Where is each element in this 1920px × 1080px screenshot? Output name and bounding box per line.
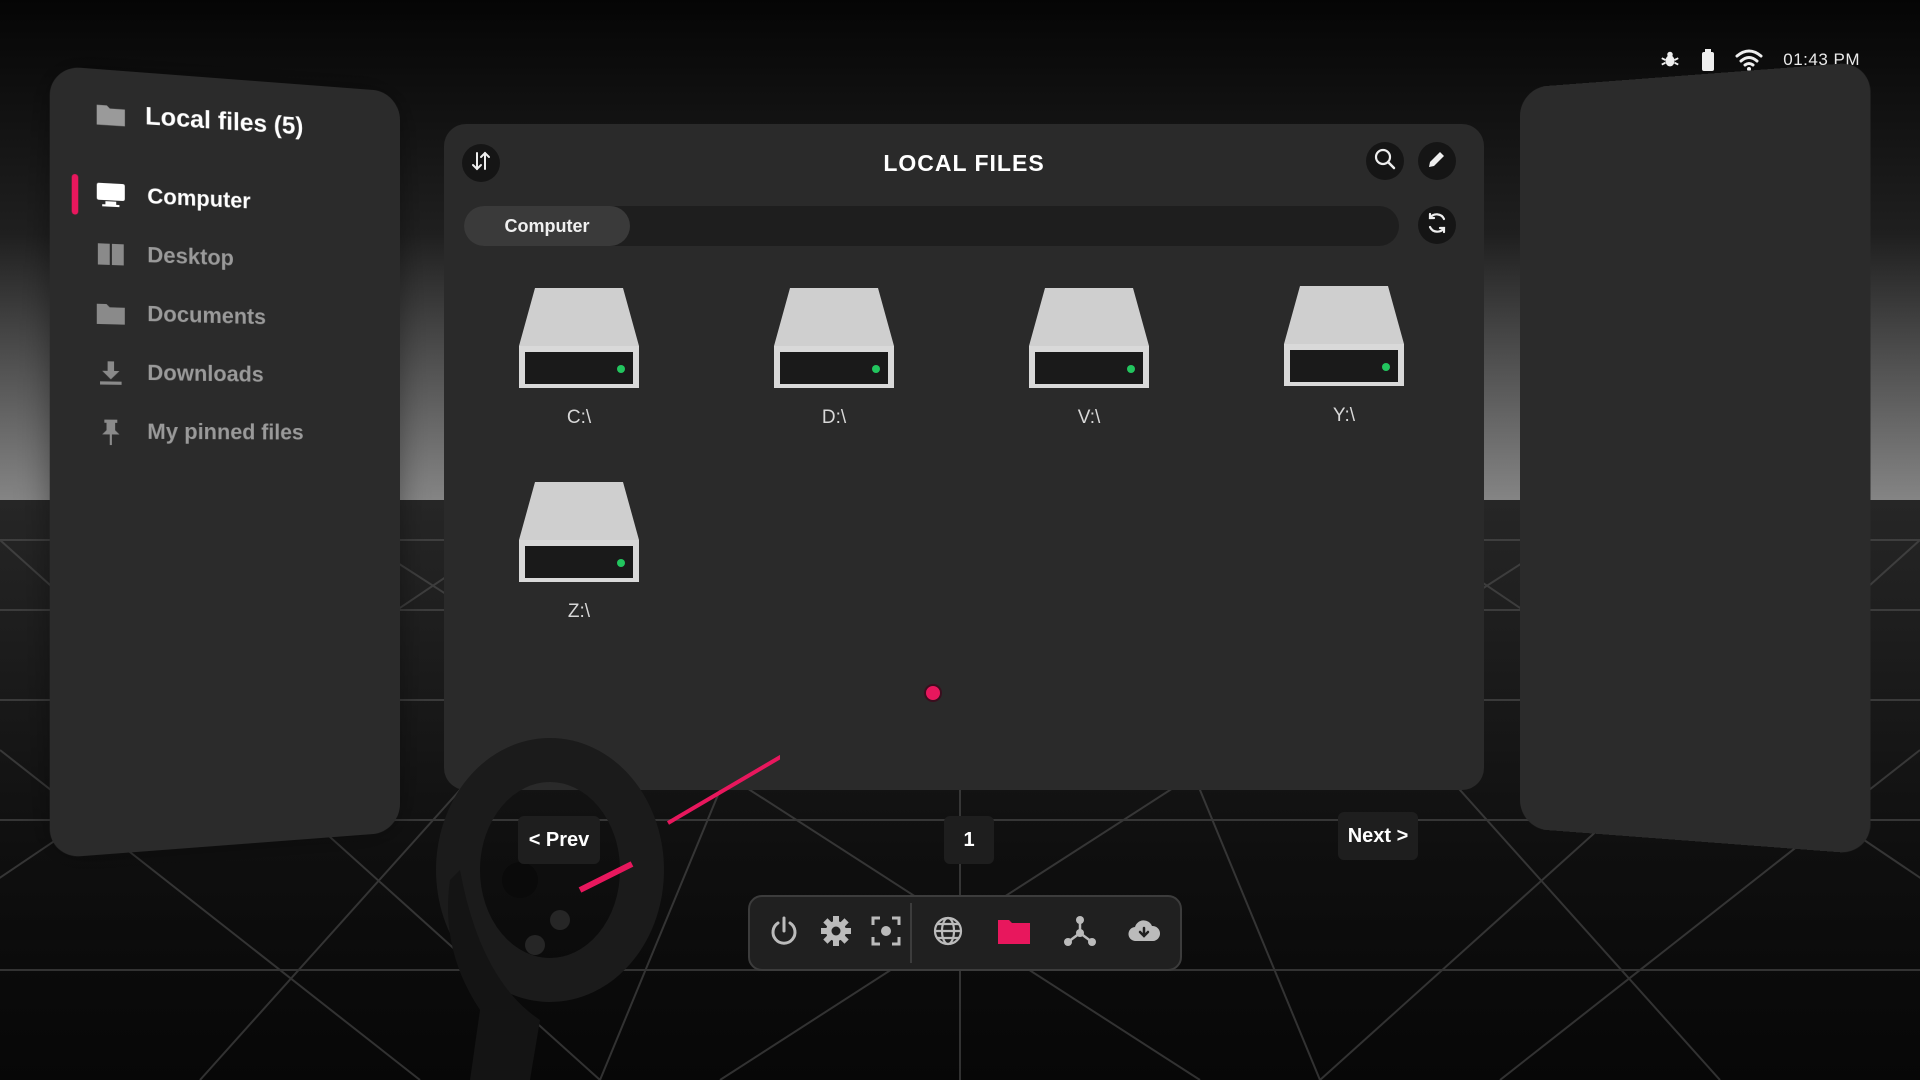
folder-icon xyxy=(96,298,126,329)
hard-drive-icon xyxy=(517,284,641,395)
pin-icon xyxy=(96,417,126,447)
drive-d[interactable]: D:\ xyxy=(759,284,909,434)
edit-button[interactable] xyxy=(1418,142,1456,180)
globe-icon xyxy=(932,915,964,952)
drive-label: Z:\ xyxy=(567,601,591,622)
drive-z[interactable]: Z:\ xyxy=(504,478,654,628)
hard-drive-icon xyxy=(517,478,641,589)
drive-label: D:\ xyxy=(821,407,847,428)
screenshot-button[interactable] xyxy=(864,911,908,955)
cloud-download-button[interactable] xyxy=(1122,911,1166,955)
sidebar-item-label: Downloads xyxy=(147,361,264,387)
sidebar-nav: Computer Desktop Documents Downloads My … xyxy=(50,162,400,462)
sidebar-item-downloads[interactable]: Downloads xyxy=(50,342,400,406)
pencil-icon xyxy=(1427,149,1447,174)
sidebar-title: Local files (5) xyxy=(96,99,304,142)
download-icon xyxy=(96,358,126,388)
hard-drive-icon xyxy=(1282,282,1406,393)
power-button[interactable] xyxy=(762,911,806,955)
folder-icon xyxy=(96,99,126,131)
drive-label: Y:\ xyxy=(1332,405,1356,426)
dock-separator xyxy=(910,903,912,963)
drive-y[interactable]: Y:\ xyxy=(1269,282,1419,432)
breadcrumb-item-computer[interactable]: Computer xyxy=(464,206,630,246)
search-icon xyxy=(1374,148,1396,175)
network-icon xyxy=(1063,915,1097,952)
settings-button[interactable] xyxy=(814,911,858,955)
cloud-download-icon xyxy=(1127,917,1161,950)
refresh-icon xyxy=(1425,211,1449,240)
desktop-icon xyxy=(96,239,126,270)
sidebar-item-label: Documents xyxy=(147,302,267,330)
file-browser-panel: LOCAL FILES Computer C:\ D:\ V:\ Y:\ Z:\ xyxy=(444,124,1484,790)
settings-icon xyxy=(820,915,852,952)
files-button[interactable] xyxy=(992,911,1036,955)
sidebar-item-label: My pinned files xyxy=(147,419,304,445)
search-button[interactable] xyxy=(1366,142,1404,180)
battery-icon xyxy=(1701,49,1715,71)
sidebar-item-pinned[interactable]: My pinned files xyxy=(50,402,400,462)
drive-v[interactable]: V:\ xyxy=(1014,284,1164,434)
screenshot-icon xyxy=(870,915,902,952)
folder-icon xyxy=(997,917,1031,950)
prev-page-button[interactable]: < Prev xyxy=(518,816,600,864)
sidebar-item-label: Computer xyxy=(147,184,251,214)
refresh-button[interactable] xyxy=(1418,206,1456,244)
bug-icon xyxy=(1659,49,1681,71)
hard-drive-icon xyxy=(772,284,896,395)
drive-label: V:\ xyxy=(1077,407,1101,428)
page-title: LOCAL FILES xyxy=(883,150,1045,176)
hard-drive-icon xyxy=(1027,284,1151,395)
browser-button[interactable] xyxy=(926,911,970,955)
drive-label: C:\ xyxy=(566,407,592,428)
breadcrumb: Computer xyxy=(464,206,1399,246)
monitor-icon xyxy=(96,179,126,210)
network-button[interactable] xyxy=(1058,911,1102,955)
sidebar-title-text: Local files (5) xyxy=(145,102,304,141)
page-number: 1 xyxy=(944,816,994,864)
wifi-icon xyxy=(1735,49,1763,71)
power-icon xyxy=(768,915,800,952)
sidebar-item-label: Desktop xyxy=(147,243,234,271)
vr-controller xyxy=(436,738,780,1080)
bottom-dock xyxy=(748,895,1182,971)
drive-c[interactable]: C:\ xyxy=(504,284,654,434)
laser-pointer-dot xyxy=(924,684,942,702)
right-panel xyxy=(1520,61,1871,855)
next-page-button[interactable]: Next > xyxy=(1338,812,1418,860)
sidebar-item-documents[interactable]: Documents xyxy=(50,282,400,350)
sidebar-panel: Local files (5) Computer Desktop Documen… xyxy=(49,65,400,859)
